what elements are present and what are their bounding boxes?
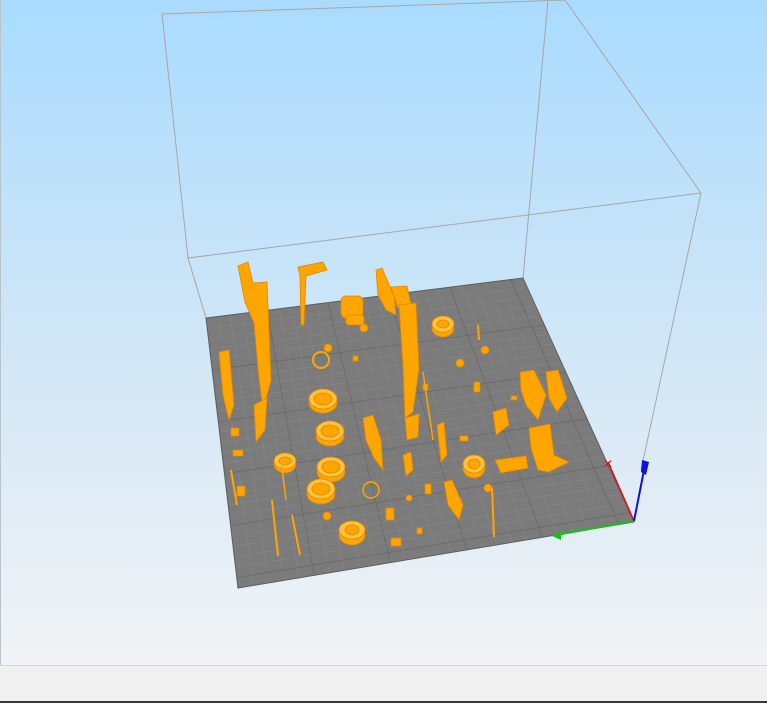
model-part (459, 435, 469, 442)
model-part (462, 454, 486, 479)
model-part (477, 324, 480, 341)
model-part (404, 413, 420, 441)
model-part (416, 527, 423, 535)
scene-canvas[interactable]: ✕ (1, 0, 767, 665)
model-part (322, 511, 332, 521)
3d-viewport[interactable]: ✕ (0, 0, 767, 665)
model-part (345, 314, 365, 326)
model-part (308, 388, 338, 414)
model-part (352, 355, 359, 362)
model-part (480, 345, 490, 355)
status-bar (0, 665, 767, 703)
model-part (473, 381, 481, 393)
model-part (483, 483, 493, 493)
model-part (273, 452, 297, 474)
model-part (306, 478, 336, 505)
model-part (431, 315, 455, 338)
model-part (323, 343, 333, 353)
model-part (405, 494, 413, 502)
model-part (315, 420, 345, 447)
axis-x-marker: ✕ (603, 457, 613, 471)
model-part (316, 456, 346, 483)
model-part (424, 483, 432, 495)
model-part (236, 485, 246, 497)
model-part (359, 323, 369, 333)
model-part (510, 395, 518, 401)
model-part (390, 537, 402, 547)
model-part (230, 427, 240, 437)
model-part (455, 358, 465, 368)
model-part (338, 520, 366, 546)
model-part (385, 507, 395, 521)
model-part (232, 449, 244, 457)
